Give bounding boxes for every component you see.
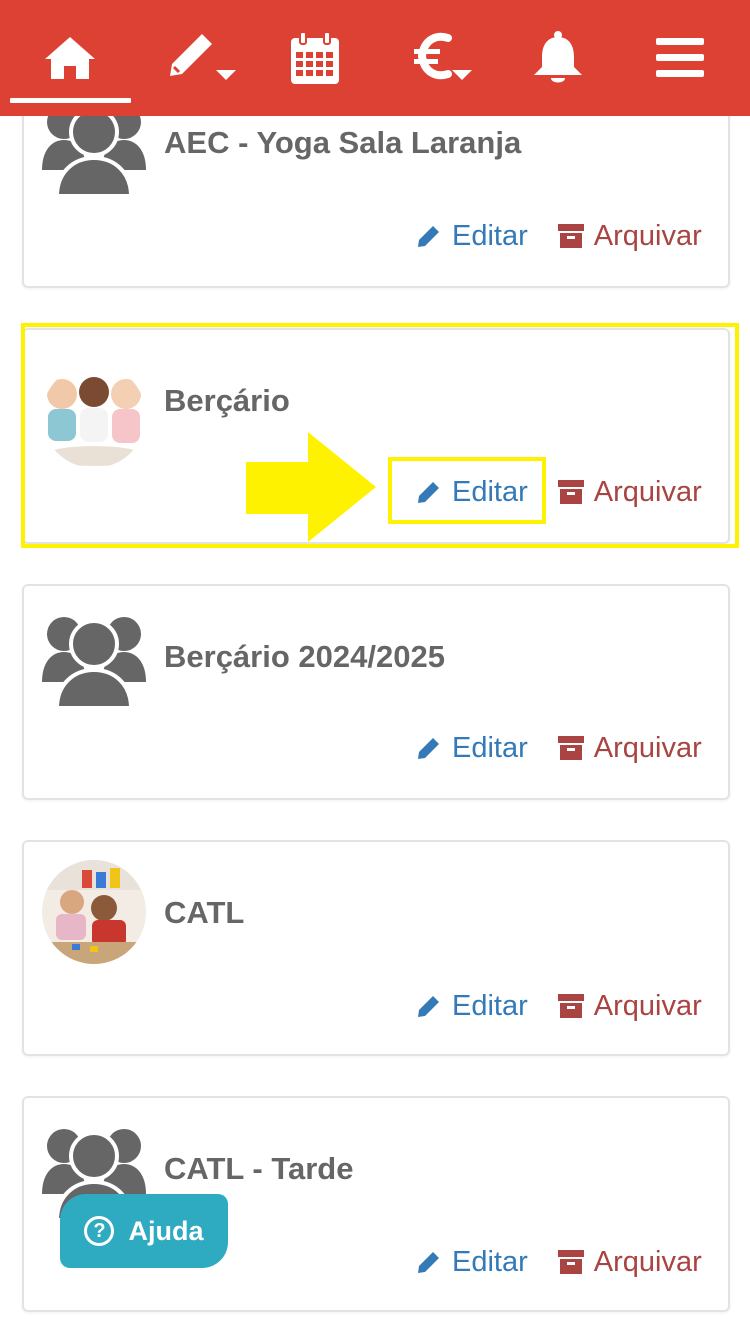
archive-icon xyxy=(557,994,584,1018)
edit-button[interactable]: Editar xyxy=(416,220,528,253)
pencil-icon xyxy=(418,1252,439,1273)
archive-icon xyxy=(557,480,584,504)
edit-button[interactable]: Editar xyxy=(416,1246,528,1279)
calendar-icon xyxy=(291,31,339,84)
home-icon xyxy=(45,37,95,79)
nav-menu[interactable] xyxy=(650,0,710,116)
euro-icon xyxy=(414,32,472,80)
archive-button[interactable]: Arquivar xyxy=(557,989,702,1023)
archive-label: Arquivar xyxy=(593,989,702,1022)
group-name[interactable]: AEC - Yoga Sala Laranja xyxy=(164,125,521,161)
archive-label: Arquivar xyxy=(593,731,702,764)
pencil-icon xyxy=(418,738,439,759)
archive-label: Arquivar xyxy=(593,1245,702,1278)
group-name[interactable]: Berçário 2024/2025 xyxy=(164,639,445,675)
group-actions: Editar Arquivar xyxy=(416,1242,702,1282)
nav-calendar[interactable] xyxy=(285,0,345,116)
group-name[interactable]: CATL - Tarde xyxy=(164,1151,353,1187)
nav-edit-dropdown[interactable] xyxy=(160,0,240,116)
group-name[interactable]: CATL xyxy=(164,895,244,931)
archive-button[interactable]: Arquivar xyxy=(557,1245,702,1279)
help-label: Ajuda xyxy=(128,1215,204,1246)
archive-button[interactable]: Arquivar xyxy=(557,219,702,253)
bell-icon xyxy=(534,31,582,83)
group-actions: Editar Arquivar xyxy=(416,216,702,256)
group-actions: Editar Arquivar xyxy=(416,986,702,1026)
nav-payments-dropdown[interactable] xyxy=(410,0,480,116)
archive-button[interactable]: Arquivar xyxy=(557,475,702,509)
group-card: CATL Editar Arquivar xyxy=(22,840,730,1056)
edit-label: Editar xyxy=(452,731,528,764)
edit-label: Editar xyxy=(452,1245,528,1278)
group-icon xyxy=(42,617,146,708)
pencil-icon xyxy=(170,34,236,80)
archive-icon xyxy=(557,224,584,248)
pencil-icon xyxy=(418,996,439,1017)
question-icon: ? xyxy=(84,1216,115,1246)
edit-label: Editar xyxy=(452,475,528,508)
pencil-icon xyxy=(418,482,439,503)
archive-icon xyxy=(557,736,584,760)
group-card: Berçário 2024/2025 Editar Arquivar xyxy=(22,584,730,800)
edit-label: Editar xyxy=(452,989,528,1022)
archive-button[interactable]: Arquivar xyxy=(557,731,702,765)
children-playing-photo xyxy=(42,860,146,964)
edit-label: Editar xyxy=(452,219,528,252)
group-card: Berçário Editar Arquivar xyxy=(22,328,730,544)
help-button[interactable]: ? Ajuda xyxy=(60,1194,228,1268)
edit-button[interactable]: Editar xyxy=(416,732,528,765)
edit-button[interactable]: Editar xyxy=(416,476,528,509)
nav-notifications[interactable] xyxy=(528,0,588,116)
top-nav-bar xyxy=(0,0,750,116)
group-actions: Editar Arquivar xyxy=(416,472,702,512)
pencil-icon xyxy=(418,226,439,247)
active-tab-indicator xyxy=(10,98,131,103)
archive-icon xyxy=(557,1250,584,1274)
group-actions: Editar Arquivar xyxy=(416,728,702,768)
group-name[interactable]: Berçário xyxy=(164,383,290,419)
archive-label: Arquivar xyxy=(593,475,702,508)
babies-photo xyxy=(42,364,146,468)
menu-icon xyxy=(656,38,704,77)
edit-button[interactable]: Editar xyxy=(416,990,528,1023)
archive-label: Arquivar xyxy=(593,219,702,252)
